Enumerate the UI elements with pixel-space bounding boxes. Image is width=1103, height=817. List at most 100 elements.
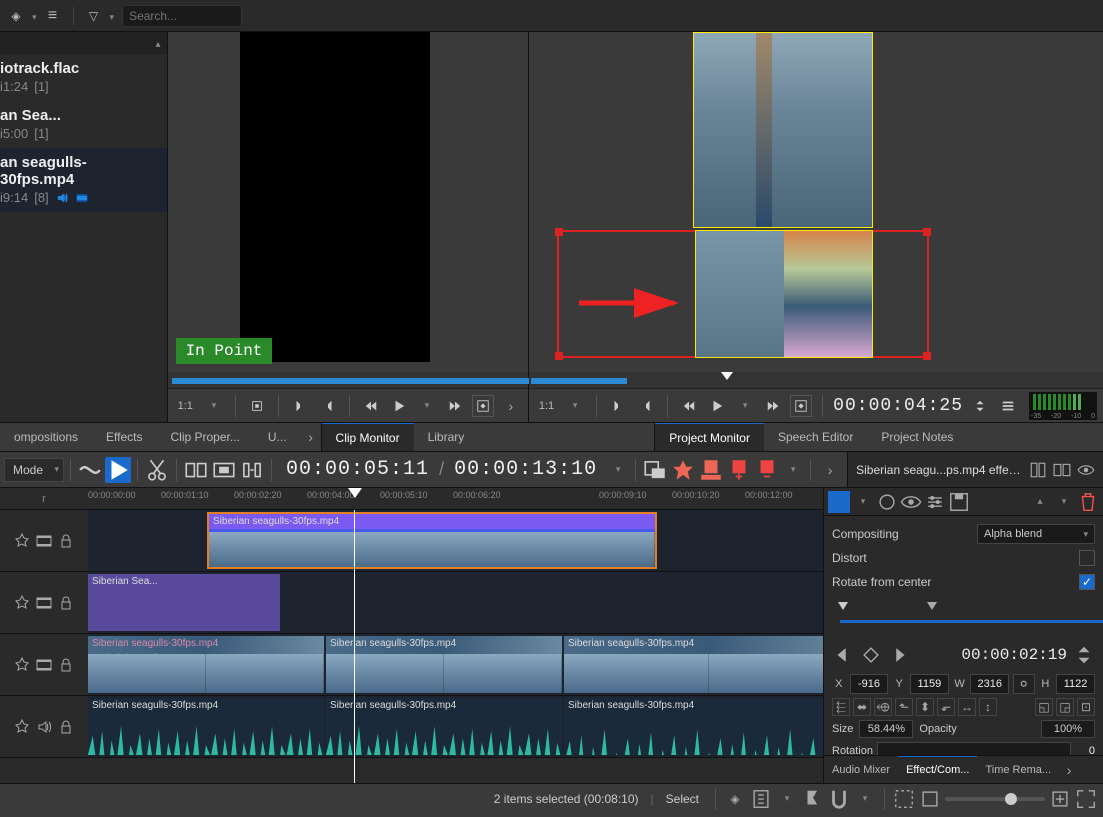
fit-zoom-icon[interactable] (893, 788, 915, 810)
fit-height[interactable]: ↕ (979, 698, 997, 716)
track-v2[interactable]: Siberian seagulls-30fps.mp4 (88, 510, 823, 572)
zoom-dropdown[interactable] (564, 395, 586, 417)
track-v1b[interactable]: Siberian Sea... (88, 572, 823, 634)
effects-icon[interactable] (14, 595, 30, 611)
forward-button[interactable] (444, 395, 466, 417)
timeline-clip[interactable]: Siberian seagulls-30fps.mp4 Fade in/Tran… (88, 636, 324, 693)
distort-checkbox[interactable] (1079, 550, 1095, 566)
filter-icon[interactable] (86, 8, 102, 24)
timeline-clip[interactable]: Siberian seagulls-30fps.mp4 (326, 636, 562, 693)
lock-icon[interactable] (58, 533, 74, 549)
move-up[interactable] (1029, 491, 1051, 513)
video-track-icon[interactable] (36, 533, 52, 549)
edit-mode-button[interactable] (790, 395, 812, 417)
visibility-icon[interactable] (1077, 461, 1095, 479)
tab-time-remap[interactable]: Time Rema... (977, 756, 1059, 783)
tool-mix-button[interactable] (77, 457, 103, 483)
align-right[interactable]: ⬲ (874, 698, 892, 716)
rewind-button[interactable] (360, 395, 382, 417)
effects-icon[interactable] (14, 533, 30, 549)
tab-project-monitor[interactable]: Project Monitor (655, 423, 764, 451)
video-track-icon[interactable] (36, 595, 52, 611)
align-left[interactable]: ⬱ (832, 698, 850, 716)
fullscreen-icon[interactable] (1075, 788, 1097, 810)
pm-clip-top[interactable] (693, 32, 873, 228)
overwrite-button[interactable] (211, 457, 237, 483)
settings-icon[interactable] (924, 491, 946, 513)
tab-speech-editor[interactable]: Speech Editor (764, 423, 867, 451)
project-monitor-view[interactable] (529, 32, 1103, 372)
rotation-slider[interactable] (877, 742, 1071, 755)
tab-effects[interactable]: Effects (92, 423, 156, 451)
rotation-value[interactable]: 0 (1075, 745, 1095, 755)
search-box[interactable] (122, 5, 242, 27)
zoom-label[interactable]: 1:1 (174, 398, 197, 414)
video-track-icon[interactable] (36, 657, 52, 673)
lock-icon[interactable] (58, 595, 74, 611)
timeline-playhead[interactable] (354, 510, 355, 783)
snap-icon[interactable] (828, 788, 850, 810)
timeline-ruler[interactable]: 00:00:00:00 00:00:01:10 00:00:02:20 00:0… (88, 488, 823, 510)
guide-dropdown[interactable] (776, 788, 798, 810)
visibility-icon[interactable] (900, 491, 922, 513)
timeline-clip-audio[interactable]: Siberian seagulls-30fps.mp4 (88, 698, 324, 755)
track-header-v2[interactable] (0, 510, 88, 572)
move-down[interactable] (1053, 491, 1075, 513)
set-out-button[interactable] (635, 395, 657, 417)
adjust-fit[interactable]: ◲ (1056, 698, 1074, 716)
preview-button[interactable] (670, 457, 696, 483)
zoom-dropdown[interactable] (203, 395, 225, 417)
render-add-button[interactable] (726, 457, 752, 483)
cut-button[interactable] (144, 457, 170, 483)
play-dropdown[interactable] (416, 395, 438, 417)
align-vcenter[interactable]: ⬍ (916, 698, 934, 716)
tab-clip-monitor[interactable]: Clip Monitor (322, 423, 414, 451)
add-keyframe[interactable] (860, 644, 882, 666)
rewind-button[interactable] (678, 395, 700, 417)
fit-width[interactable]: ↔ (958, 698, 976, 716)
zoom-slider[interactable] (945, 797, 1045, 801)
render-dropdown[interactable] (782, 459, 804, 481)
effect-enabled-indicator[interactable] (828, 491, 850, 513)
play-dropdown[interactable] (734, 395, 756, 417)
timeline-clip-audio[interactable]: Siberian seagulls-30fps.mp4 (564, 698, 823, 755)
keyframe-icon[interactable] (876, 491, 898, 513)
timeline-clip[interactable]: Siberian seagulls-30fps.mp4 (564, 636, 823, 693)
snap-dropdown[interactable] (854, 788, 876, 810)
filter-dropdown[interactable] (110, 9, 115, 23)
delete-icon[interactable] (1077, 491, 1099, 513)
collapse-icon[interactable] (156, 36, 161, 50)
play-button[interactable] (388, 395, 410, 417)
tab-compositions[interactable]: ompositions (0, 423, 92, 451)
next-keyframe[interactable] (888, 644, 910, 666)
search-input[interactable] (129, 9, 235, 23)
tab-undo[interactable]: U... (254, 423, 301, 451)
link-icon[interactable] (1013, 674, 1034, 694)
project-timecode[interactable]: 00:00:04:25 (833, 396, 963, 416)
size-input[interactable]: 58.44% (859, 720, 913, 738)
lock-icon[interactable] (58, 719, 74, 735)
clip-monitor-ruler[interactable] (168, 372, 528, 388)
set-in-button[interactable] (607, 395, 629, 417)
h-input[interactable]: 1122 (1056, 674, 1095, 694)
tab-effect-compositions[interactable]: Effect/Com... (898, 756, 977, 783)
track-a1[interactable]: Siberian seagulls-30fps.mp4 Siberian sea… (88, 696, 823, 758)
keyframe-slider[interactable] (832, 602, 1095, 632)
x-input[interactable]: -916 (850, 674, 889, 694)
opacity-input[interactable]: 100% (1041, 720, 1095, 738)
save-icon[interactable] (948, 491, 970, 513)
render-remove-button[interactable] (754, 457, 780, 483)
adjust-original[interactable]: ◱ (1035, 698, 1053, 716)
effects-icon[interactable] (14, 719, 30, 735)
track-header-a1[interactable] (0, 696, 88, 758)
split-view-icon[interactable] (1029, 461, 1047, 479)
zone-in-button[interactable] (246, 395, 268, 417)
tab-audio-mixer[interactable]: Audio Mixer (824, 756, 898, 783)
edit-mode-select[interactable]: Mode (4, 458, 64, 482)
rotate-checkbox[interactable]: ✓ (1079, 574, 1095, 590)
track-v1[interactable]: Siberian seagulls-30fps.mp4 Fade in/Tran… (88, 634, 823, 696)
play-button[interactable] (706, 395, 728, 417)
tag-icon[interactable] (8, 8, 24, 24)
compare-icon[interactable] (1053, 461, 1071, 479)
timecode-spinner[interactable] (1073, 644, 1095, 666)
